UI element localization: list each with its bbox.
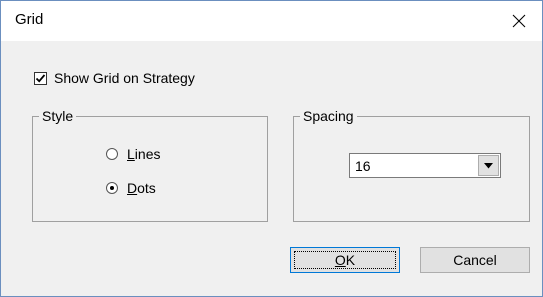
chevron-down-icon bbox=[484, 162, 493, 168]
style-group-legend: Style bbox=[39, 108, 77, 124]
show-grid-checkbox[interactable] bbox=[34, 71, 47, 85]
close-icon bbox=[512, 14, 526, 28]
spacing-dropdown-button[interactable] bbox=[478, 155, 499, 176]
ok-button[interactable]: OK bbox=[290, 247, 400, 273]
dialog-title: Grid bbox=[15, 11, 44, 28]
cancel-label: Cancel bbox=[453, 252, 497, 268]
radio-option-dots[interactable]: Dots bbox=[106, 180, 156, 196]
close-button[interactable] bbox=[496, 1, 542, 41]
style-group: Style Lines Dots bbox=[32, 108, 268, 222]
grid-dialog: Grid Show Grid on Strategy Style Lines D… bbox=[0, 0, 543, 297]
focus-rectangle bbox=[294, 251, 396, 269]
dots-label: Dots bbox=[127, 180, 156, 196]
radio-option-lines[interactable]: Lines bbox=[106, 146, 160, 162]
spacing-group: Spacing 16 bbox=[293, 108, 530, 222]
cancel-button[interactable]: Cancel bbox=[420, 247, 530, 273]
title-bar: Grid bbox=[1, 1, 542, 41]
lines-radio[interactable] bbox=[106, 148, 118, 160]
show-grid-label: Show Grid on Strategy bbox=[54, 70, 195, 86]
dialog-body: Show Grid on Strategy Style Lines Dots S… bbox=[1, 41, 542, 296]
spacing-group-legend: Spacing bbox=[300, 108, 357, 124]
lines-label: Lines bbox=[127, 146, 161, 162]
checkmark-icon bbox=[35, 73, 46, 83]
show-grid-option[interactable]: Show Grid on Strategy bbox=[34, 70, 195, 86]
spacing-select[interactable]: 16 bbox=[349, 153, 501, 178]
spacing-value: 16 bbox=[355, 158, 371, 174]
dots-radio[interactable] bbox=[106, 182, 118, 194]
